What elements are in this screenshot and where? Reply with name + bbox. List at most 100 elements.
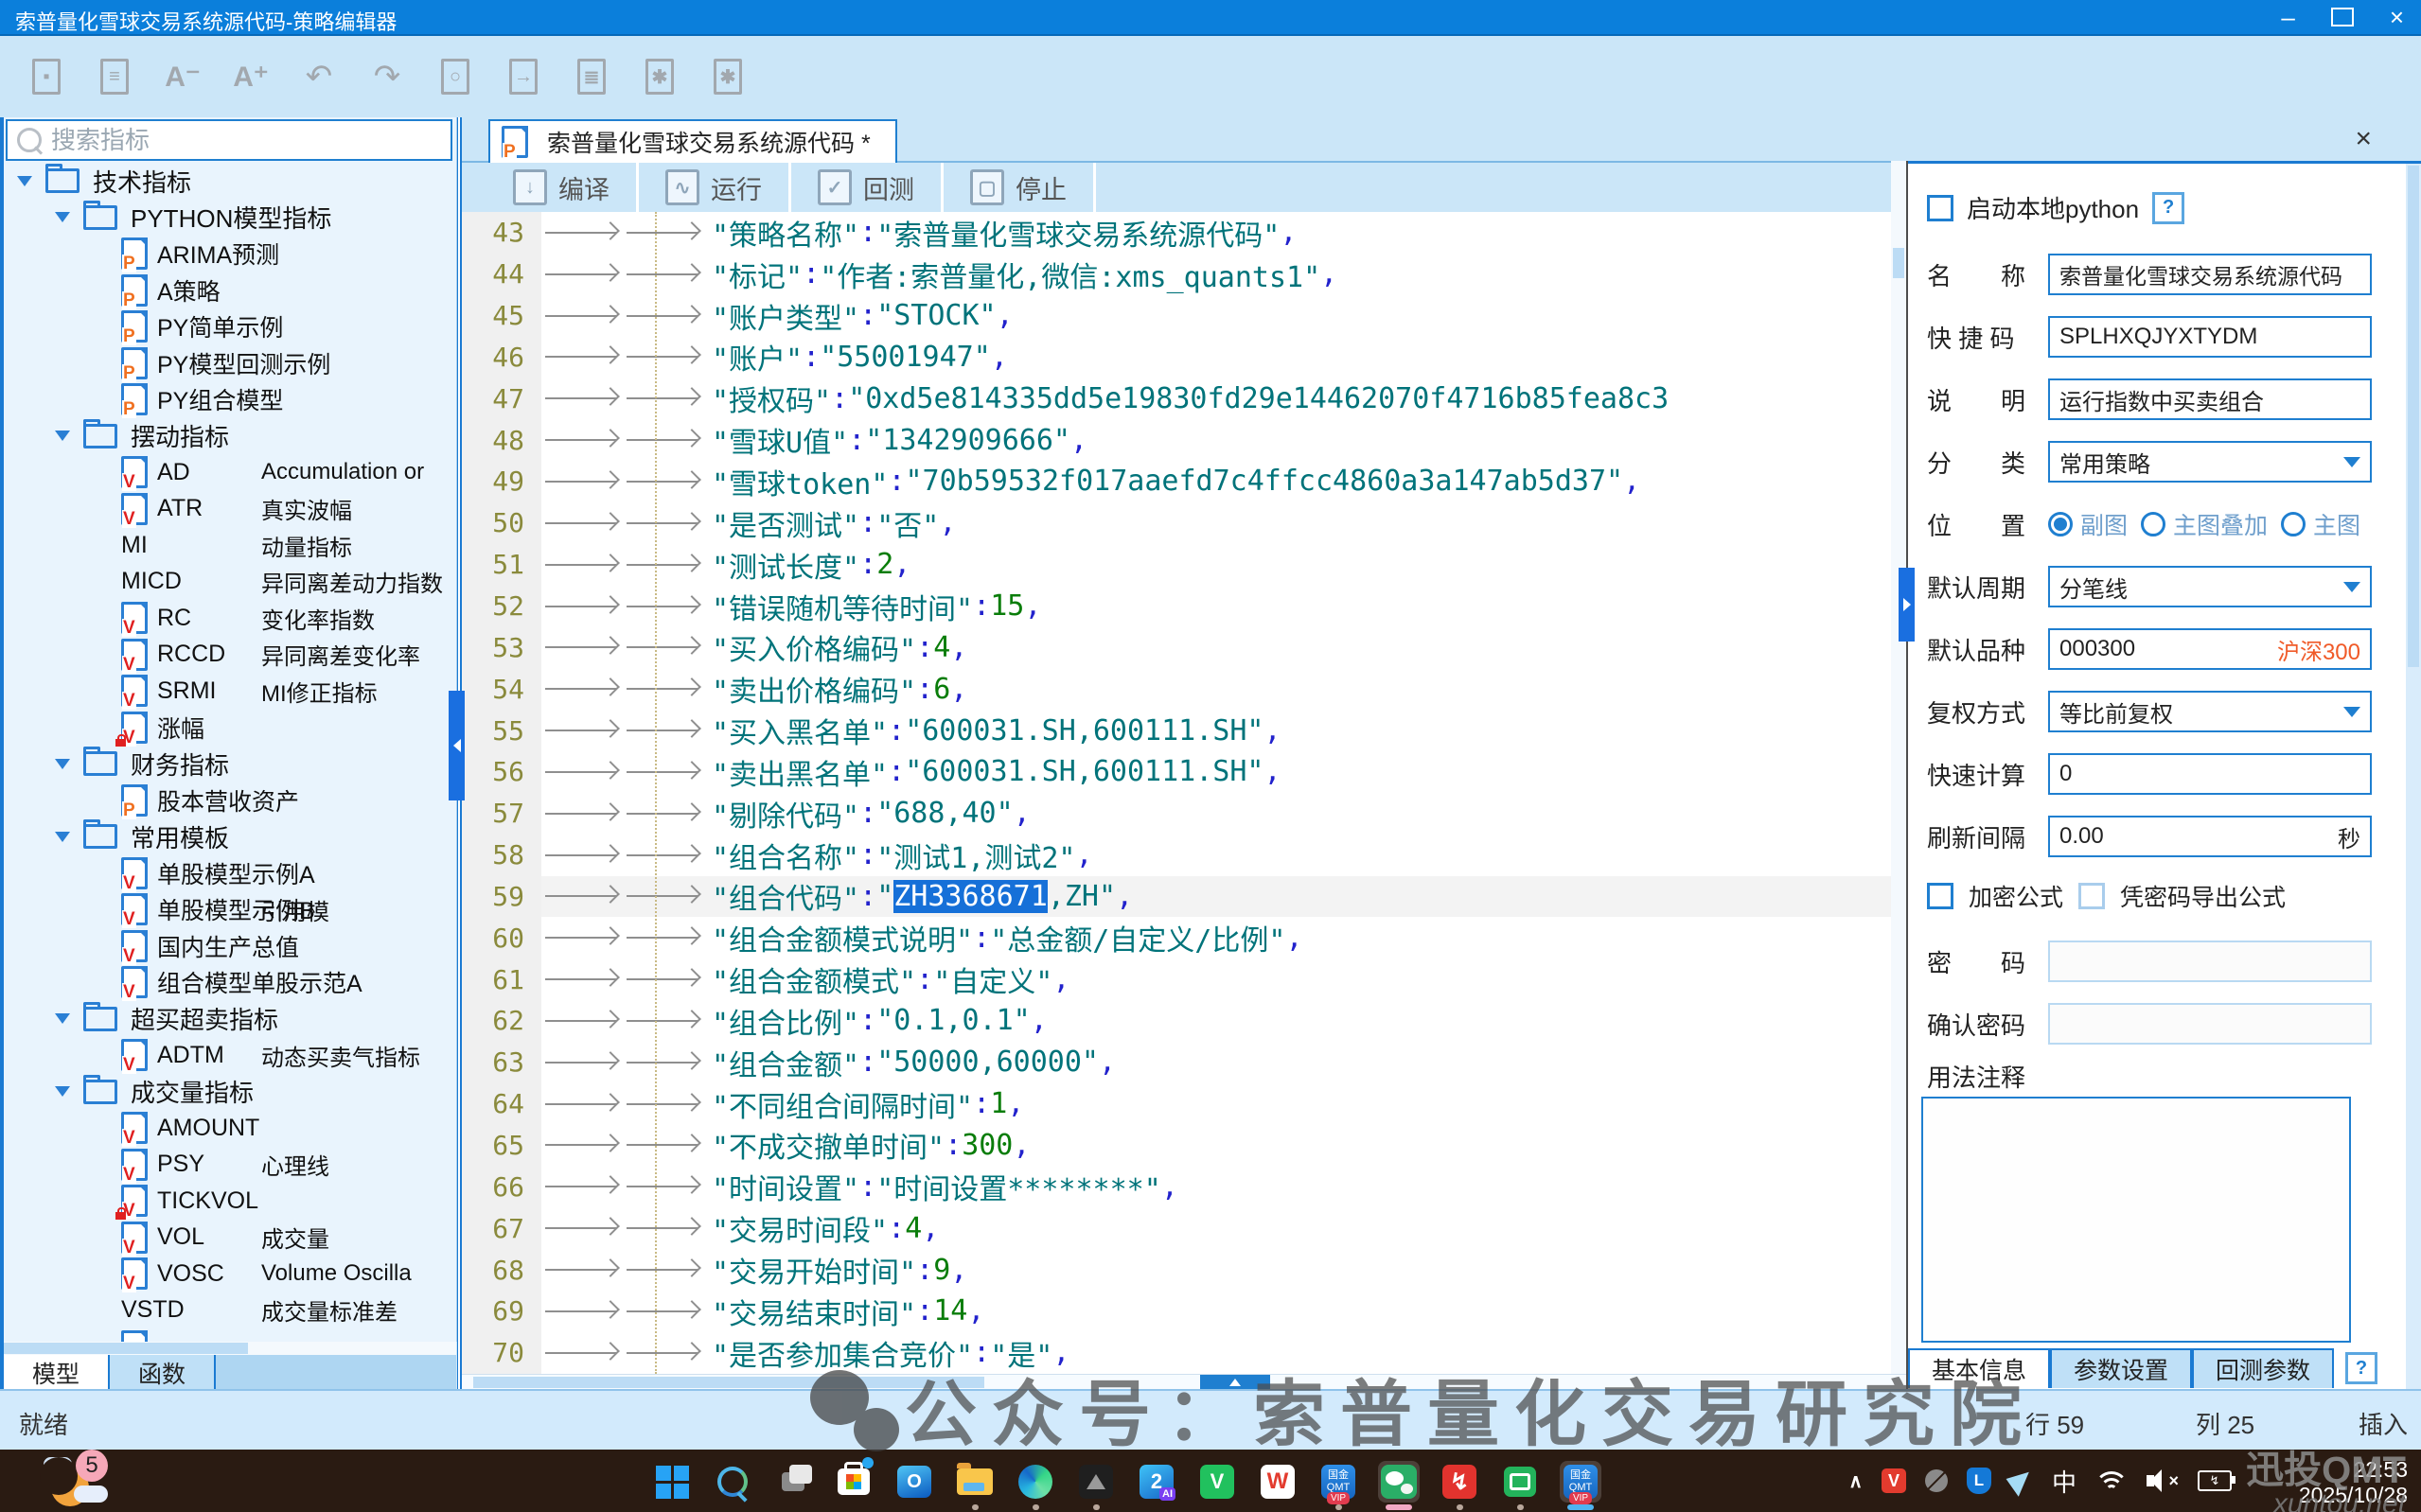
radio-icon[interactable] [2141,512,2165,536]
code-line-47[interactable]: 47"授权码":"0xd5e814335dd5e19830fd29e144620… [462,378,1891,419]
tree-item[interactable]: PA策略 [4,273,456,309]
tree-item[interactable]: VRC变化率指数 [4,600,456,637]
qmt-vip-2-icon[interactable]: 国金QMTVIP [1560,1461,1601,1503]
confirm-password-field[interactable] [2048,1003,2372,1045]
tree-item[interactable]: VSRMIMI修正指标 [4,673,456,710]
tree-folder[interactable]: 财务指标 [4,746,456,782]
code-line-58[interactable]: 58"组合名称":"测试1,测试2", [462,835,1891,876]
code-line-69[interactable]: 69"交易结束时间":14, [462,1291,1891,1332]
name-field[interactable]: 索普量化雪球交易系统源代码 [2048,254,2372,295]
chat-app-icon[interactable] [1499,1461,1541,1503]
expand-arrow-icon[interactable] [55,1013,70,1024]
code-line-56[interactable]: 56"卖出黑名单":"600031.SH,600111.SH", [462,751,1891,793]
splitter-collapse-button[interactable] [1200,1375,1270,1390]
password-field[interactable] [2048,941,2372,982]
editor-hscroll-thumb[interactable] [473,1377,984,1388]
expand-arrow-icon[interactable] [55,431,70,441]
expand-arrow-icon[interactable] [55,759,70,769]
encrypt-formula-checkbox[interactable] [1927,883,1953,909]
tree-item[interactable]: VVOSCVolume Oscilla [4,1256,456,1292]
code-line-43[interactable]: 43"策略名称":"索普量化雪球交易系统源代码", [462,212,1891,254]
editor-tab[interactable]: P 索普量化雪球交易系统源代码 * [488,119,897,163]
wps-office-icon[interactable]: W [1257,1461,1299,1503]
expand-arrow-icon[interactable] [17,176,32,186]
tree-item[interactable]: V [4,1328,456,1342]
tree-hscroll-thumb[interactable] [4,1343,248,1354]
code-line-68[interactable]: 68"交易开始时间":9, [462,1249,1891,1291]
local-python-checkbox[interactable] [1927,195,1953,221]
tree-item[interactable]: V单股模型示例A [4,855,456,892]
panel-scrollbar[interactable] [2406,164,2421,1389]
export-with-password-checkbox[interactable] [2078,883,2105,909]
microsoft-store-icon[interactable] [833,1461,875,1503]
position-radio-主图[interactable]: 主图 [2281,507,2360,541]
panel-help-button[interactable]: ? [2345,1352,2377,1384]
editor-vertical-scrollbar[interactable] [1891,161,1906,1374]
save-icon[interactable]: ▪ [27,55,66,98]
start-button[interactable] [651,1461,693,1503]
run-list-icon[interactable]: ≣ [572,55,611,98]
code-line-64[interactable]: 64"不同组合间隔时间":1, [462,1083,1891,1125]
code-line-57[interactable]: 57"剔除代码":"688,40", [462,793,1891,835]
expand-arrow-icon[interactable] [55,1086,70,1097]
category-select[interactable]: 常用策略 [2048,441,2372,483]
radio-icon[interactable] [2281,512,2306,536]
tree-item[interactable]: PARIMA预测 [4,236,456,273]
tree-item[interactable]: VATR真实波幅 [4,491,456,528]
code-line-46[interactable]: 46"账户":"55001947", [462,337,1891,378]
expand-arrow-icon[interactable] [55,832,70,842]
tree-folder[interactable]: 超买超卖指标 [4,1001,456,1038]
editor-vscroll-thumb[interactable] [1893,248,1904,278]
tree-folder[interactable]: 常用模板 [4,818,456,855]
wechat-icon[interactable] [1378,1461,1420,1503]
tree-item[interactable]: V涨幅 [4,710,456,747]
tree-item[interactable]: VTICKVOL [4,1183,456,1220]
maximize-button[interactable] [2331,8,2354,26]
green-app-icon[interactable]: V [1196,1461,1238,1503]
tree-folder[interactable]: PYTHON模型指标 [4,200,456,237]
minimize-button[interactable]: – [2281,12,2294,22]
code-line-67[interactable]: 67"交易时间段":4, [462,1207,1891,1249]
sidebar-tab-模型[interactable]: 模型 [4,1355,110,1391]
tree-item[interactable]: VADTM动态买卖气指标 [4,1037,456,1074]
adjust-mode-select[interactable]: 等比前复权 [2048,691,2372,732]
editor-close-icon[interactable]: × [2355,125,2372,153]
停止-button[interactable]: ▢停止 [944,163,1096,212]
tree-horizontal-scrollbar[interactable] [4,1342,456,1355]
wps-tray-icon[interactable]: V [1882,1468,1906,1493]
expand-arrow-icon[interactable] [55,212,70,222]
position-radio-副图[interactable]: 副图 [2048,507,2128,541]
code-line-55[interactable]: 55"买入黑名单":"600031.SH,600111.SH", [462,710,1891,751]
code-editor[interactable]: 43"策略名称":"索普量化雪球交易系统源代码",44"标记":"作者:索普量化… [462,212,1891,1374]
code-line-59[interactable]: 59"组合代码":"ZH3368671,ZH", [462,876,1891,918]
编译-button[interactable]: ↓编译 [486,163,639,212]
code-line-63[interactable]: 63"组合金额":"50000,60000", [462,1042,1891,1083]
tree-folder[interactable]: 摆动指标 [4,418,456,455]
chevron-up-icon[interactable]: ∧ [1848,1469,1863,1493]
ime-chinese-icon[interactable]: 中 [2052,1464,2076,1499]
tree-item[interactable]: MICD异同离差动力指数 [4,564,456,601]
qmt-vip-icon[interactable]: 国金QMTVIP [1317,1461,1359,1503]
panel-tab-基本信息[interactable]: 基本信息 [1908,1348,2050,1388]
quick-code-field[interactable]: SPLHXQJYXTYDM [2048,316,2372,358]
code-line-70[interactable]: 70"是否参加集合竞价":"是", [462,1332,1891,1374]
tree-item[interactable]: V组合模型单股示范A [4,964,456,1001]
panel-tab-回测参数[interactable]: 回测参数 [2192,1348,2334,1388]
edge-icon[interactable] [1015,1461,1056,1503]
redo-icon[interactable]: ↷ [367,55,407,98]
collapse-left-handle[interactable] [449,691,465,800]
tree-item[interactable]: VRCCD异同离差变化率 [4,637,456,674]
code-line-54[interactable]: 54"卖出价格编码":6, [462,668,1891,710]
outlook-icon[interactable]: O [893,1461,935,1503]
task-view-button[interactable] [772,1461,814,1503]
search-input[interactable] [49,125,451,156]
code-line-48[interactable]: 48"雪球U值":"1342909666", [462,419,1891,461]
code-line-66[interactable]: 66"时间设置":"时间设置********", [462,1166,1891,1207]
color-filter-icon[interactable] [1925,1469,1948,1492]
formula-gear-icon[interactable]: ✱ [708,55,748,98]
tree-folder[interactable]: 成交量指标 [4,1074,456,1111]
bing-shield-icon[interactable]: L [1967,1468,1991,1494]
code-line-51[interactable]: 51"测试长度":2, [462,544,1891,586]
export-doc-icon[interactable]: → [504,55,543,98]
tree-item[interactable]: PPY简单示例 [4,308,456,345]
